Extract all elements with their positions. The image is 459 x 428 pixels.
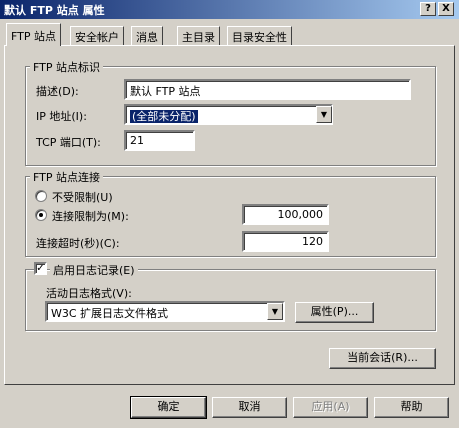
ip-address-value: (全部未分配) [130, 110, 198, 123]
connection-group-label: FTP 站点连接 [30, 169, 103, 185]
check-icon: ✓ [36, 263, 45, 274]
enable-logging-label: 启用日志记录(E) [50, 262, 138, 278]
cancel-button[interactable]: 取消 [212, 397, 287, 418]
ip-address-combo[interactable]: (全部未分配) [124, 104, 333, 125]
limited-radio[interactable] [35, 209, 47, 221]
log-format-combo[interactable]: W3C 扩展日志文件格式 [45, 301, 285, 322]
description-input[interactable]: 默认 FTP 站点 [124, 79, 411, 100]
tab-security-accounts[interactable]: 安全帐户 [70, 26, 124, 45]
ok-button[interactable]: 确定 [130, 396, 207, 419]
apply-button[interactable]: 应用(A) [293, 397, 368, 418]
log-properties-button[interactable]: 属性(P)... [295, 302, 374, 323]
current-sessions-button[interactable]: 当前会话(R)... [329, 348, 436, 369]
limited-label: 连接限制为(M): [52, 210, 129, 223]
log-format-label: 活动日志格式(V): [46, 287, 132, 300]
identification-group-label: FTP 站点标识 [30, 59, 103, 75]
tab-ftp-site[interactable]: FTP 站点 [6, 23, 61, 46]
connection-limit-input[interactable]: 100,000 [242, 204, 329, 225]
tab-messages[interactable]: 消息 [131, 26, 163, 45]
tab-directory-security[interactable]: 目录安全性 [227, 26, 292, 45]
chevron-down-icon: ▼ [271, 307, 279, 316]
help-title-button[interactable]: ? [420, 2, 436, 16]
tab-home-directory[interactable]: 主目录 [177, 26, 220, 45]
enable-logging-checkbox[interactable]: ✓ [34, 262, 47, 275]
unlimited-radio[interactable] [35, 190, 47, 202]
help-button[interactable]: 帮助 [374, 397, 449, 418]
window-title: 默认 FTP 站点 属性 [4, 4, 105, 17]
ip-address-label: IP 地址(I): [36, 110, 87, 123]
tcp-port-label: TCP 端口(T): [36, 136, 101, 149]
timeout-label: 连接超时(秒)(C): [36, 237, 120, 250]
ip-address-dropdown-button[interactable]: ▼ [316, 106, 332, 123]
unlimited-label: 不受限制(U) [52, 191, 113, 204]
close-button[interactable]: X [438, 2, 454, 16]
chevron-down-icon: ▼ [320, 110, 328, 119]
tcp-port-input[interactable]: 21 [124, 130, 195, 151]
log-format-dropdown-button[interactable]: ▼ [267, 303, 283, 320]
description-label: 描述(D): [36, 85, 79, 98]
timeout-input[interactable]: 120 [242, 231, 329, 252]
